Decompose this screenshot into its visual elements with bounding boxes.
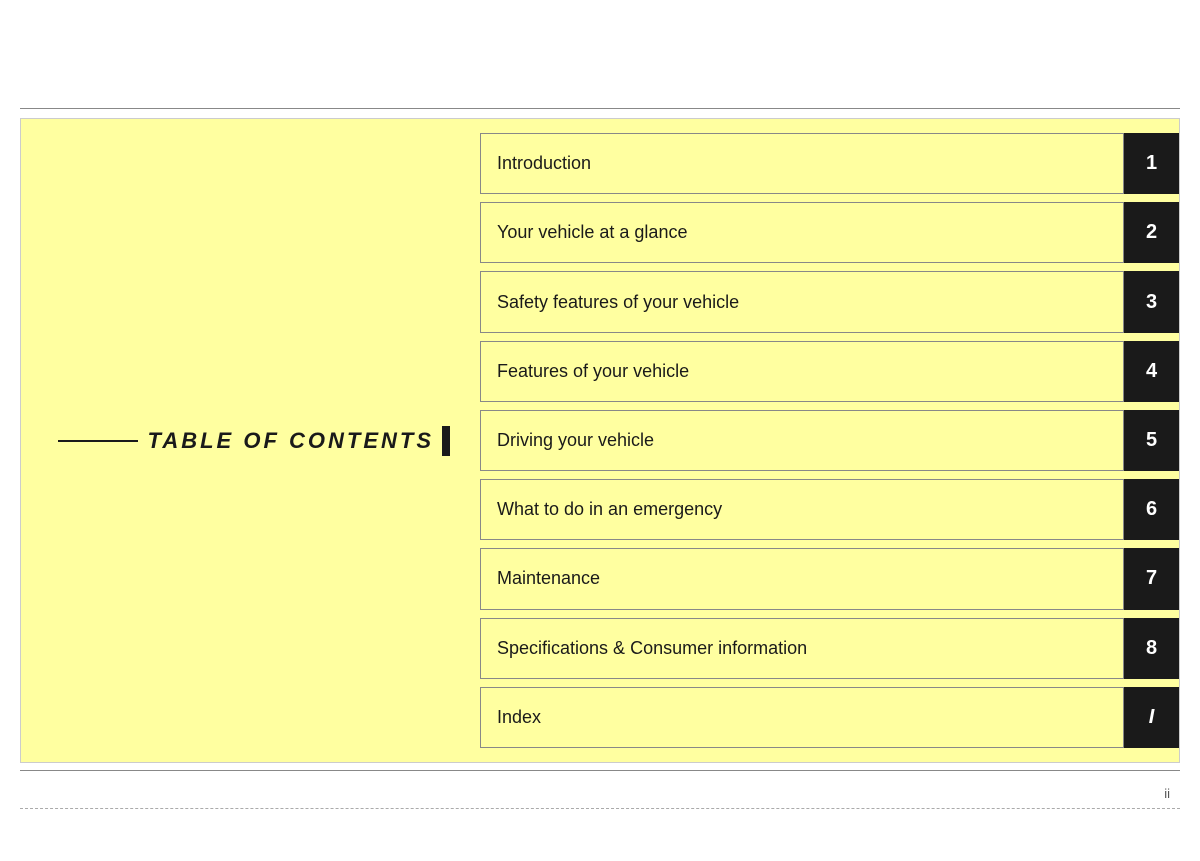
toc-item[interactable]: What to do in an emergency6 <box>480 479 1179 540</box>
right-panel: Introduction1Your vehicle at a glance2Sa… <box>480 118 1180 763</box>
toc-title: TABLE OF CONTENTS <box>58 426 450 456</box>
toc-item-text-1: Introduction <box>480 133 1124 194</box>
bottom-divider <box>20 770 1180 771</box>
toc-item[interactable]: Driving your vehicle5 <box>480 410 1179 471</box>
toc-title-text: TABLE OF CONTENTS <box>148 428 434 454</box>
page-container: ii TABLE OF CONTENTS Introduction1Your v… <box>0 0 1200 861</box>
toc-item[interactable]: Safety features of your vehicle3 <box>480 271 1179 332</box>
toc-item-text-9: Index <box>480 687 1124 748</box>
main-content: TABLE OF CONTENTS Introduction1Your vehi… <box>20 118 1180 763</box>
toc-title-line <box>58 440 138 442</box>
toc-item-text-6: What to do in an emergency <box>480 479 1124 540</box>
toc-item-number-5: 5 <box>1124 410 1179 471</box>
page-number: ii <box>1164 786 1170 801</box>
toc-item-number-4: 4 <box>1124 341 1179 402</box>
toc-item-text-2: Your vehicle at a glance <box>480 202 1124 263</box>
toc-item-number-2: 2 <box>1124 202 1179 263</box>
toc-item-text-4: Features of your vehicle <box>480 341 1124 402</box>
toc-title-bar <box>442 426 450 456</box>
toc-item[interactable]: Specifications & Consumer information8 <box>480 618 1179 679</box>
toc-item-number-3: 3 <box>1124 271 1179 332</box>
toc-item-number-6: 6 <box>1124 479 1179 540</box>
toc-item-number-8: 8 <box>1124 618 1179 679</box>
toc-item-number-9: I <box>1124 687 1179 748</box>
toc-item-number-1: 1 <box>1124 133 1179 194</box>
dashed-divider <box>20 808 1180 809</box>
toc-item[interactable]: IndexI <box>480 687 1179 748</box>
top-divider <box>20 108 1180 109</box>
toc-item-text-3: Safety features of your vehicle <box>480 271 1124 332</box>
toc-item-number-7: 7 <box>1124 548 1179 609</box>
toc-item-text-7: Maintenance <box>480 548 1124 609</box>
toc-item-text-5: Driving your vehicle <box>480 410 1124 471</box>
toc-item-text-8: Specifications & Consumer information <box>480 618 1124 679</box>
toc-item[interactable]: Maintenance7 <box>480 548 1179 609</box>
left-panel: TABLE OF CONTENTS <box>20 118 480 763</box>
toc-item[interactable]: Features of your vehicle4 <box>480 341 1179 402</box>
toc-item[interactable]: Introduction1 <box>480 133 1179 194</box>
toc-item[interactable]: Your vehicle at a glance2 <box>480 202 1179 263</box>
